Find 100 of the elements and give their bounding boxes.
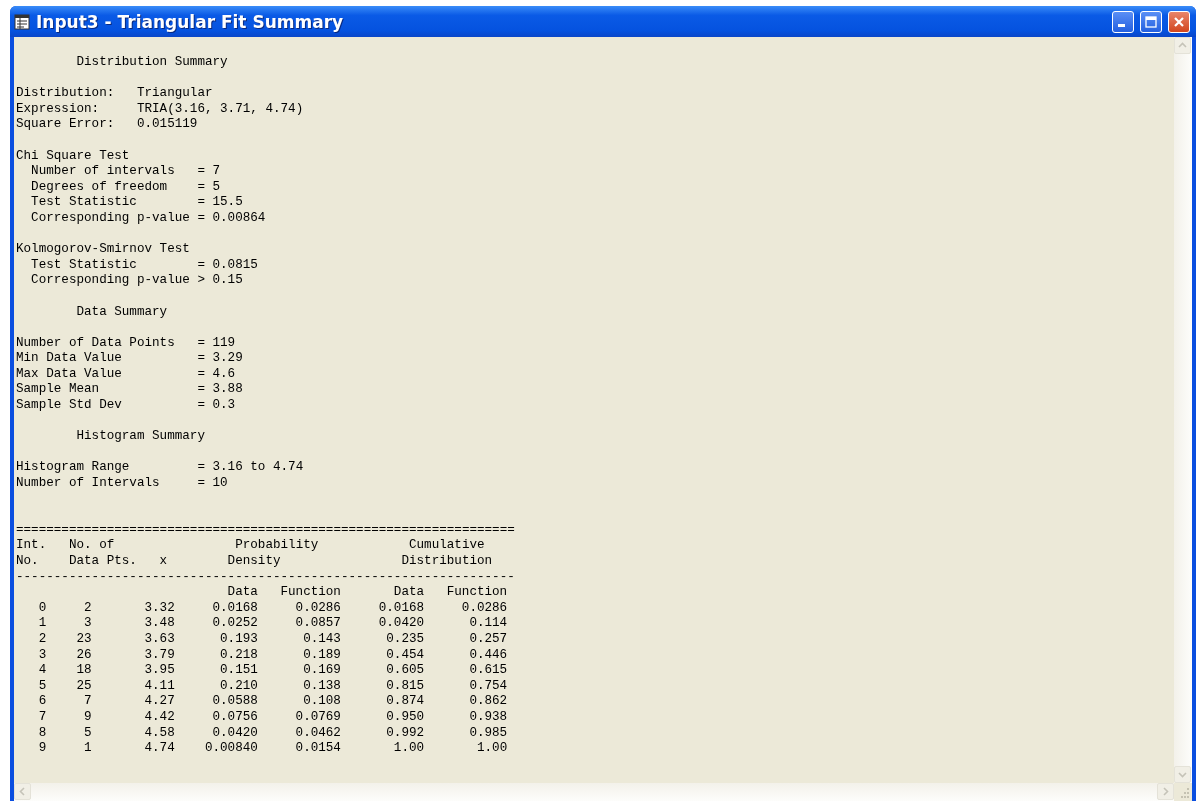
table-cell-text: 0.00840 xyxy=(203,741,258,757)
table-cell-text: 8 xyxy=(37,725,47,742)
table-cell-text: 2 xyxy=(37,631,47,648)
chevron-up-icon xyxy=(1178,41,1187,50)
table-cell-text: 0.257 xyxy=(468,631,508,648)
table-cell-text: 3.79 xyxy=(143,647,175,664)
table-cell-text: 0.754 xyxy=(468,678,508,695)
table-cell-text: 0.0286 xyxy=(294,600,341,617)
table-header: No. Data Pts. x Density Distribution xyxy=(16,554,494,570)
table-cell-text: 0 xyxy=(37,600,47,617)
table-cell-text: 5 xyxy=(83,725,92,742)
report-line: Test Statistic = 0.0815 xyxy=(30,257,259,274)
report-line: Square Error: 0.015119 xyxy=(16,117,199,133)
table-cell-text: 4.11 xyxy=(143,678,175,695)
table-cell-text: 0.0769 xyxy=(294,709,341,726)
maximize-icon xyxy=(1145,15,1157,28)
table-cell-text: 4.74 xyxy=(143,741,175,757)
table-cell-text: 0.446 xyxy=(468,647,508,664)
column-subheader: Function xyxy=(445,585,508,601)
minimize-icon xyxy=(1118,24,1125,27)
report-line: Corresponding p-value = 0.00864 xyxy=(30,210,267,227)
scroll-left-button[interactable] xyxy=(14,783,31,800)
table-cell-text: 0.143 xyxy=(302,631,341,648)
report-line: Number of Intervals = 10 xyxy=(16,476,229,492)
close-button[interactable] xyxy=(1168,10,1190,33)
table-cell-text: 0.0154 xyxy=(294,741,341,757)
report-line: Data Summary xyxy=(75,304,169,321)
table-cell-text: 0.189 xyxy=(302,647,341,664)
chevron-down-icon xyxy=(1178,770,1187,779)
column-subheader: Data xyxy=(392,585,425,601)
scroll-right-button[interactable] xyxy=(1157,783,1174,800)
report-line: Histogram Summary xyxy=(75,429,206,445)
table-cell-text: 0.950 xyxy=(385,709,425,726)
report-line: Number of intervals = 7 xyxy=(30,164,222,180)
report-line: Test Statistic = 15.5 xyxy=(30,195,244,211)
column-subheader: Function xyxy=(279,585,341,601)
table-rule: ------------------------------------------------------------------ xyxy=(16,569,516,586)
report-line: Histogram Range = 3.16 to 4.74 xyxy=(16,460,305,477)
table-cell-text: 0.0420 xyxy=(211,725,258,742)
vertical-scrollbar[interactable] xyxy=(1174,37,1192,783)
chevron-left-icon xyxy=(18,787,27,796)
table-cell-text: 1 xyxy=(83,741,92,757)
maximize-button[interactable] xyxy=(1140,10,1162,33)
table-cell-text: 7 xyxy=(37,709,47,726)
table-cell-text: 0.108 xyxy=(302,694,341,710)
scroll-up-button[interactable] xyxy=(1174,37,1191,54)
table-cell-text: 0.815 xyxy=(385,678,425,695)
report-line: Expression: TRIA(3.16, 3.71, 4.74) xyxy=(16,101,305,118)
table-cell-text: 0.874 xyxy=(385,694,425,710)
table-header: Int. No. of Probability Cumulative xyxy=(16,538,486,554)
table-cell-text: 0.0756 xyxy=(211,709,258,726)
table-cell-text: 0.169 xyxy=(302,663,341,679)
table-cell-text: 0.0420 xyxy=(377,616,425,632)
table-cell-text: 4.42 xyxy=(143,709,175,726)
table-cell-text: 0.0588 xyxy=(211,694,258,710)
table-cell-text: 9 xyxy=(37,741,47,757)
report-line: Corresponding p-value > 0.15 xyxy=(30,273,244,289)
report-line: Chi Square Test xyxy=(16,148,131,165)
table-cell-text: 0.992 xyxy=(385,725,425,742)
table-cell-text: 0.218 xyxy=(219,647,258,664)
table-cell-text: 1 xyxy=(37,616,47,632)
table-cell-text: 3 xyxy=(37,647,47,664)
window-title: Input3 - Triangular Fit Summary xyxy=(36,11,345,32)
report-line: Distribution Summary xyxy=(75,55,229,71)
table-cell-text: 3 xyxy=(83,616,92,632)
chevron-right-icon xyxy=(1161,787,1170,796)
table-cell-text: 7 xyxy=(83,694,92,710)
horizontal-scrollbar[interactable] xyxy=(14,783,1174,801)
table-cell-text: 4.58 xyxy=(143,725,175,742)
table-rule: ================================================================== xyxy=(16,522,516,539)
report-line: Max Data Value = 4.6 xyxy=(16,366,237,383)
window-icon xyxy=(14,13,30,30)
table-cell-text: 0.151 xyxy=(219,663,258,679)
table-cell-text: 3.48 xyxy=(143,616,175,632)
minimize-button[interactable] xyxy=(1112,10,1134,33)
table-cell-text: 0.114 xyxy=(468,616,508,632)
report-line: Number of Data Points = 119 xyxy=(16,335,237,352)
table-cell-text: 9 xyxy=(83,709,92,726)
table-cell-text: 1.00 xyxy=(392,741,425,757)
report-line: Kolmogorov-Smirnov Test xyxy=(16,242,191,258)
table-cell-text: 0.938 xyxy=(468,709,508,726)
table-cell-text: 0.138 xyxy=(302,678,341,695)
table-cell-text: 0.235 xyxy=(385,631,425,648)
table-cell-text: 0.0252 xyxy=(211,616,258,632)
table-cell-text: 5 xyxy=(37,678,47,695)
table-cell-text: 0.0286 xyxy=(460,600,508,617)
table-cell-text: 25 xyxy=(75,678,92,695)
table-cell-text: 2 xyxy=(83,600,92,617)
table-cell-text: 3.63 xyxy=(143,631,175,648)
table-cell-text: 0.0168 xyxy=(377,600,425,617)
report-line: Min Data Value = 3.29 xyxy=(16,351,244,367)
table-cell-text: 0.605 xyxy=(385,663,425,679)
table-cell-text: 3.95 xyxy=(143,663,175,679)
table-cell-text: 0.0857 xyxy=(294,616,341,632)
table-cell-text: 3.32 xyxy=(143,600,175,617)
close-icon xyxy=(1173,15,1185,28)
table-cell-text: 0.615 xyxy=(468,663,508,679)
column-subheader: Data xyxy=(226,585,258,601)
scroll-down-button[interactable] xyxy=(1174,766,1191,783)
table-cell-text: 26 xyxy=(75,647,92,664)
